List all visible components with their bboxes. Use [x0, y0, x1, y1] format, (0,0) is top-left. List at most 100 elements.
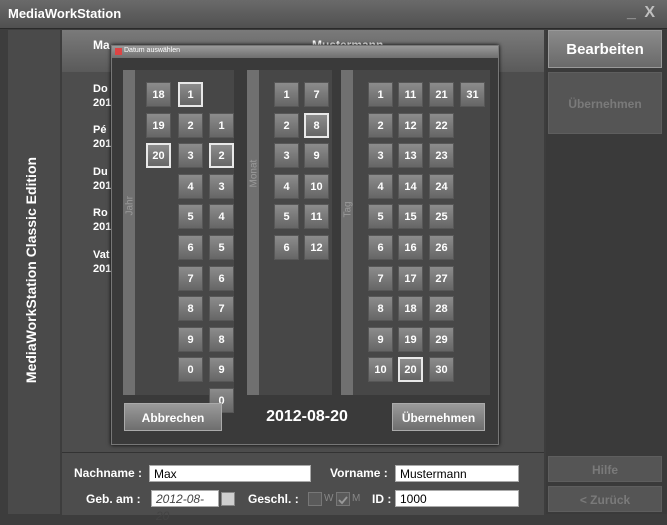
year-decade-cell[interactable]: 5 [178, 204, 203, 230]
day-cell[interactable]: 31 [460, 82, 485, 107]
table-row[interactable]: Vat 201 [93, 248, 111, 276]
month-cell[interactable]: 6 [274, 235, 299, 260]
day-cell[interactable]: 25 [429, 204, 454, 230]
year-decade-cell[interactable]: 0 [178, 357, 203, 383]
day-cell[interactable]: 28 [429, 296, 454, 322]
year-decade-cell[interactable]: 6 [178, 235, 203, 260]
month-cell[interactable]: 9 [304, 143, 329, 169]
year-decade-cell[interactable]: 8 [178, 296, 203, 322]
date-picker-dialog: Datum auswählen Jahr Monat Tag 181920123… [111, 45, 499, 445]
day-cell[interactable]: 10 [368, 357, 393, 383]
day-cell[interactable]: 17 [398, 265, 423, 291]
day-cell[interactable]: 9 [368, 326, 393, 352]
calendar-icon[interactable] [221, 492, 235, 506]
day-cell[interactable]: 30 [429, 357, 454, 383]
month-cell[interactable]: 5 [274, 204, 299, 230]
day-cell[interactable]: 21 [429, 82, 454, 107]
month-cell[interactable]: 2 [274, 112, 299, 138]
month-cell[interactable]: 1 [274, 82, 299, 107]
year-decade-cell[interactable]: 9 [178, 326, 203, 352]
year-digit-cell[interactable]: 8 [209, 326, 234, 352]
day-cell[interactable]: 24 [429, 173, 454, 199]
window-controls[interactable]: _ X [627, 4, 657, 22]
year-decade-cell[interactable]: 1 [178, 82, 203, 107]
year-decade-cell[interactable]: 2 [178, 112, 203, 138]
day-cell[interactable]: 3 [368, 143, 393, 169]
month-cell[interactable]: 8 [304, 112, 329, 138]
year-digit-cell[interactable]: 6 [209, 265, 234, 291]
year-digit-cell[interactable]: 2 [209, 143, 234, 169]
help-button[interactable]: Hilfe [548, 456, 662, 482]
day-cell[interactable]: 4 [368, 173, 393, 199]
day-cell[interactable]: 13 [398, 143, 423, 169]
day-cell[interactable]: 20 [398, 357, 423, 383]
day-cell[interactable]: 16 [398, 235, 423, 260]
geburtsdatum-field[interactable]: 2012-08-20 [151, 490, 219, 523]
day-cell[interactable]: 23 [429, 143, 454, 169]
gender-m-label: M [352, 493, 361, 504]
day-cell[interactable]: 6 [368, 235, 393, 260]
edit-button[interactable]: Bearbeiten [548, 30, 662, 68]
day-cell[interactable]: 7 [368, 265, 393, 291]
apply-main-button[interactable]: Übernehmen [548, 72, 662, 134]
gender-w-label: W [324, 493, 334, 504]
table-row[interactable]: Ro 201 [93, 206, 111, 234]
year-decade-cell[interactable]: 7 [178, 265, 203, 291]
row-year: 201 [93, 138, 112, 150]
year-digit-cell[interactable]: 4 [209, 204, 234, 230]
day-cell[interactable]: 15 [398, 204, 423, 230]
table-row[interactable]: Do 201 [93, 82, 111, 110]
year-century-cell[interactable]: 18 [146, 82, 171, 107]
day-strip [341, 70, 353, 395]
day-cell[interactable]: 1 [368, 82, 393, 107]
month-cell[interactable]: 4 [274, 173, 299, 199]
apply-button[interactable]: Übernehmen [392, 403, 485, 431]
year-digit-cell[interactable]: 5 [209, 235, 234, 260]
row-name: Do [93, 83, 108, 95]
cancel-button[interactable]: Abbrechen [124, 403, 222, 431]
selected-date: 2012-08-20 [266, 408, 348, 425]
month-cell[interactable]: 11 [304, 204, 329, 230]
check-icon [338, 496, 348, 505]
nachname-field[interactable]: Max [149, 465, 311, 482]
day-cell[interactable]: 8 [368, 296, 393, 322]
geschlecht-label: Geschl. : [248, 492, 299, 506]
back-button[interactable]: < Zurück [548, 486, 662, 512]
sidebar: MediaWorkStation Classic Edition [8, 30, 60, 514]
day-cell[interactable]: 12 [398, 112, 423, 138]
year-century-cell[interactable]: 19 [146, 112, 171, 138]
day-cell[interactable]: 29 [429, 326, 454, 352]
month-strip [247, 70, 259, 395]
row-year: 201 [93, 97, 112, 109]
year-digit-cell[interactable]: 7 [209, 296, 234, 322]
day-cell[interactable]: 14 [398, 173, 423, 199]
gender-m-checkbox[interactable] [336, 492, 350, 506]
vorname-field[interactable]: Mustermann [395, 465, 519, 482]
day-cell[interactable]: 5 [368, 204, 393, 230]
column-header-vorname[interactable]: Ma [93, 38, 110, 52]
day-cell[interactable]: 11 [398, 82, 423, 107]
gender-w-checkbox[interactable] [308, 492, 322, 506]
day-cell[interactable]: 26 [429, 235, 454, 260]
year-digit-cell[interactable]: 3 [209, 173, 234, 199]
day-cell[interactable]: 19 [398, 326, 423, 352]
day-cell[interactable]: 27 [429, 265, 454, 291]
table-row[interactable]: Du 201 [93, 165, 111, 193]
day-cell[interactable]: 2 [368, 112, 393, 138]
year-digit-cell[interactable]: 9 [209, 357, 234, 383]
day-cell[interactable]: 18 [398, 296, 423, 322]
vorname-label: Vorname : [330, 466, 388, 480]
month-cell[interactable]: 7 [304, 82, 329, 107]
year-digit-cell[interactable]: 1 [209, 112, 234, 138]
year-decade-cell[interactable]: 4 [178, 173, 203, 199]
dialog-title: Datum auswählen [124, 47, 181, 54]
month-cell[interactable]: 10 [304, 173, 329, 199]
table-row[interactable]: Pé 201 [93, 123, 111, 151]
month-cell[interactable]: 3 [274, 143, 299, 169]
month-cell[interactable]: 12 [304, 235, 329, 260]
title-bar: MediaWorkStation _ X [0, 0, 667, 29]
day-cell[interactable]: 22 [429, 112, 454, 138]
year-decade-cell[interactable]: 3 [178, 143, 203, 169]
year-century-cell[interactable]: 20 [146, 143, 171, 169]
id-field[interactable]: 1000 [395, 490, 519, 507]
